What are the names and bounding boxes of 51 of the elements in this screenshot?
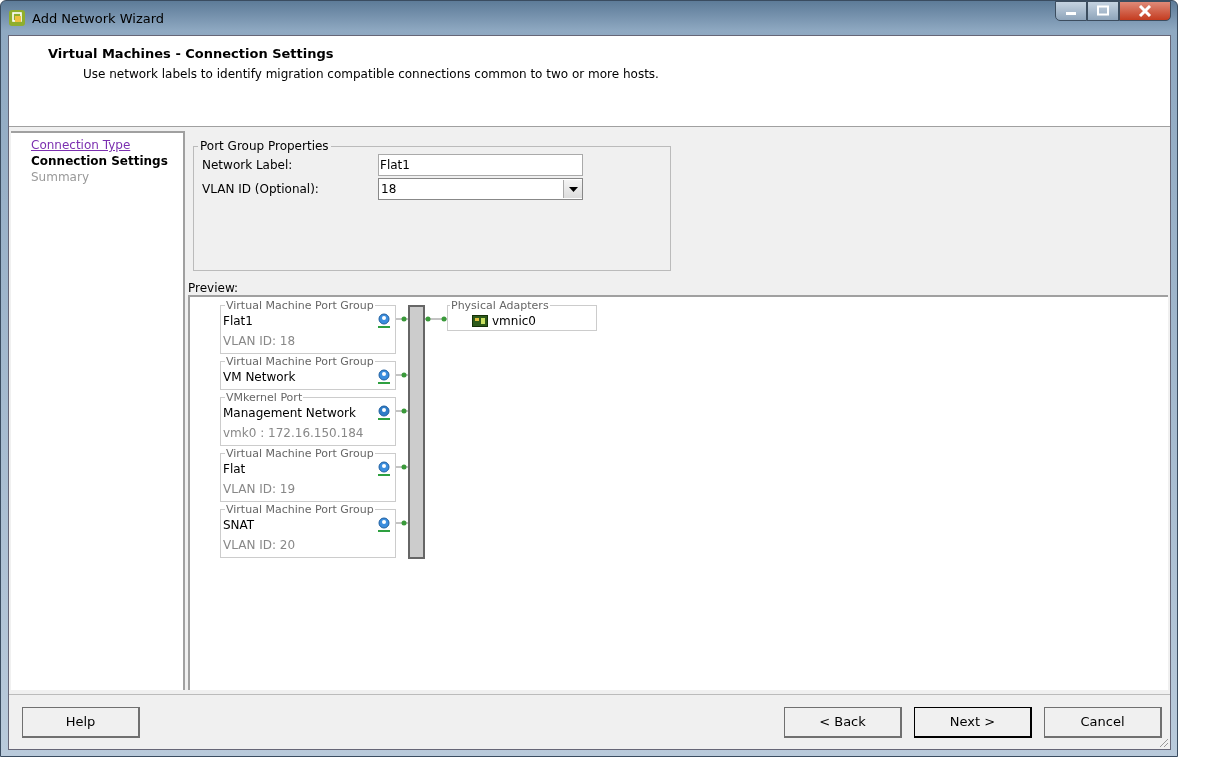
page-description: Use network labels to identify migration compatible connections common to two or more hosts. [83,67,660,81]
step-link[interactable]: Connection Type [31,137,183,153]
field-label: VLAN ID (Optional): [202,182,320,196]
network-port-icon [377,517,391,533]
port-group-type: Virtual Machine Port Group [225,447,375,460]
wizard-button[interactable]: Cancel [1044,706,1162,738]
connector-line [396,520,408,526]
page-title: Virtual Machines - Connection Settings [48,46,335,61]
network-port-icon [377,369,391,385]
connector-line [396,464,408,470]
port-group-name: VM Network [223,370,296,384]
field-label: Network Label: [202,158,294,172]
window-title: Add Network Wizard [32,10,165,26]
network-label-field[interactable]: Flat1 [378,154,583,176]
port-group-name: Management Network [223,406,356,420]
network-port-icon [377,405,391,421]
group-title: Port Group Properties [199,139,330,153]
adapters-title: Physical Adapters [450,299,550,312]
maximize-icon [1096,5,1110,17]
connector-line [396,408,408,414]
port-group-name: Flat1 [223,314,253,328]
port-group-name: Flat [223,462,246,476]
uplink-connector-line [425,316,447,322]
preview-label: Preview: [188,281,240,295]
app-icon [8,9,26,27]
port-group-detail: VLAN ID: 19 [223,482,297,498]
wizard-button[interactable]: Next > [914,706,1032,738]
port-group-detail: VLAN ID: 18 [223,334,297,350]
port-group-detail: vmk0 : 172.16.150.184 [223,426,365,442]
port-group-type: VMkernel Port [225,391,304,404]
wizard-button[interactable]: Help [22,706,140,738]
resize-grip-icon [1157,736,1169,748]
adapter-name: vmnic0 [492,314,536,328]
maximize-button[interactable] [1087,1,1119,21]
connector-line [396,316,408,322]
step-link[interactable]: Connection Settings [31,153,183,169]
connector-line [396,372,408,378]
port-group-name: SNAT [223,518,255,532]
port-group-type: Virtual Machine Port Group [225,299,375,312]
port-group-type: Virtual Machine Port Group [225,355,375,368]
port-group-detail: VLAN ID: 20 [223,538,297,554]
close-button[interactable] [1119,1,1171,21]
close-icon [1138,5,1152,17]
minimize-button[interactable] [1055,1,1087,21]
caret-icon [568,186,578,192]
network-port-icon [377,313,391,329]
wizard-button[interactable]: < Back [784,706,902,738]
port-group-type: Virtual Machine Port Group [225,503,375,516]
network-card-icon [472,315,488,327]
vlan-id-dropdown[interactable]: 18 [378,178,583,200]
network-port-icon [377,461,391,477]
